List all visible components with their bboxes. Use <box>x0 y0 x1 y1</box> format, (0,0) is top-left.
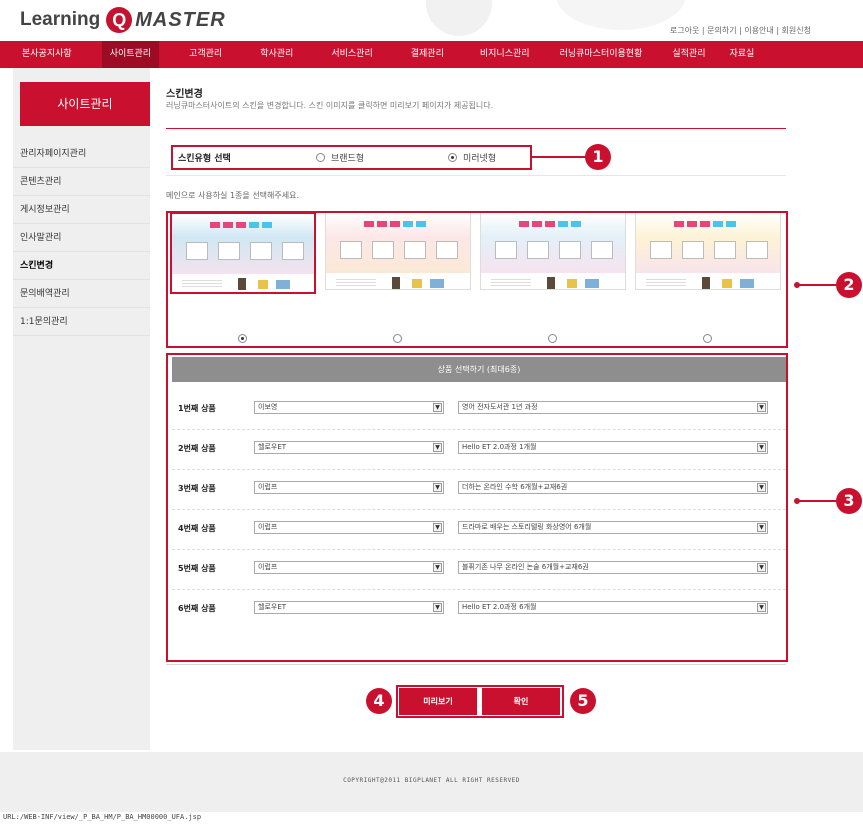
callout-box-buttons <box>396 685 564 718</box>
callout-line-1 <box>532 156 588 158</box>
gnb-item-academic[interactable]: 학사관리 <box>252 41 301 68</box>
sidebar-item-admin-page[interactable]: 관리자페이지관리 <box>13 140 150 168</box>
sidebar-menu: 관리자페이지관리 콘텐츠관리 게시정보관리 인사말관리 스킨변경 문의배역관리 … <box>13 140 150 336</box>
footer: COPYRIGHT@2011 BIGPLANET ALL RIGHT RESER… <box>0 752 863 812</box>
callout-number-1: 1 <box>585 144 611 170</box>
gnb-item-business[interactable]: 비지니스관리 <box>472 41 538 68</box>
row-divider <box>166 175 786 176</box>
callout-line-3 <box>798 500 836 502</box>
gnb-item-resources[interactable]: 자료실 <box>722 41 763 68</box>
sidebar-item-skin-change[interactable]: 스킨변경 <box>13 252 150 280</box>
logo-learning-text: Learning <box>20 9 101 30</box>
sidebar-item-inquiry-layout[interactable]: 문의배역관리 <box>13 280 150 308</box>
select-instruction: 메인으로 사용하실 1종을 선택해주세요. <box>166 191 300 200</box>
sidebar-item-contents[interactable]: 콘텐츠관리 <box>13 168 150 196</box>
title-divider <box>166 128 786 129</box>
header-decoration-ellipse <box>556 0 686 30</box>
gnb-item-site[interactable]: 사이트관리 <box>101 41 160 68</box>
sidebar: 사이트관리 관리자페이지관리 콘텐츠관리 게시정보관리 인사말관리 스킨변경 문… <box>13 68 150 750</box>
gnb-item-customer[interactable]: 고객관리 <box>181 41 230 68</box>
logo-q-icon: Q <box>106 7 133 33</box>
gnb-item-notice[interactable]: 본사공지사항 <box>14 41 80 68</box>
callout-number-2: 2 <box>836 272 862 298</box>
header-decoration-circle <box>426 0 492 36</box>
page-url-text: URL:/WEB-INF/view/_P_BA_HM/P_BA_HM00000_… <box>3 813 202 821</box>
sidebar-item-board-info[interactable]: 게시정보관리 <box>13 196 150 224</box>
callout-box-3 <box>166 353 788 662</box>
bottom-divider <box>166 664 786 665</box>
copyright-text: COPYRIGHT@2011 BIGPLANET ALL RIGHT RESER… <box>343 777 520 784</box>
top-utility-menu[interactable]: 로그아웃 | 문의하기 | 이용안내 | 회원신청 <box>670 25 811 36</box>
sidebar-title: 사이트관리 <box>20 82 150 126</box>
callout-line-2 <box>798 284 836 286</box>
gnb-item-payment[interactable]: 결제관리 <box>403 41 452 68</box>
page-description: 러닝큐마스터사이트의 스킨을 변경합니다. 스킨 이미지를 클릭하면 미리보기 … <box>166 101 494 110</box>
gnb-item-service[interactable]: 서비스관리 <box>323 41 380 68</box>
page: Learning Q MASTER 로그아웃 | 문의하기 | 이용안내 | 회… <box>0 0 863 825</box>
gnb-item-performance[interactable]: 실적관리 <box>664 41 713 68</box>
callout-number-4: 4 <box>366 688 392 714</box>
sidebar-item-greeting[interactable]: 인사말관리 <box>13 224 150 252</box>
logo-master-text: MASTER <box>135 8 226 31</box>
callout-box-2 <box>166 211 788 348</box>
callout-number-3: 3 <box>836 488 862 514</box>
callout-box-1 <box>171 145 532 170</box>
sidebar-item-one-to-one[interactable]: 1:1문의관리 <box>13 308 150 336</box>
callout-number-5: 5 <box>570 688 596 714</box>
logo[interactable]: Learning Q MASTER <box>20 6 226 34</box>
page-title: 스킨변경 <box>166 89 203 100</box>
gnb-item-usage[interactable]: 러닝큐마스터이용현황 <box>552 41 651 68</box>
main-navigation: 본사공지사항 사이트관리 고객관리 학사관리 서비스관리 결제관리 비지니스관리… <box>0 41 863 68</box>
